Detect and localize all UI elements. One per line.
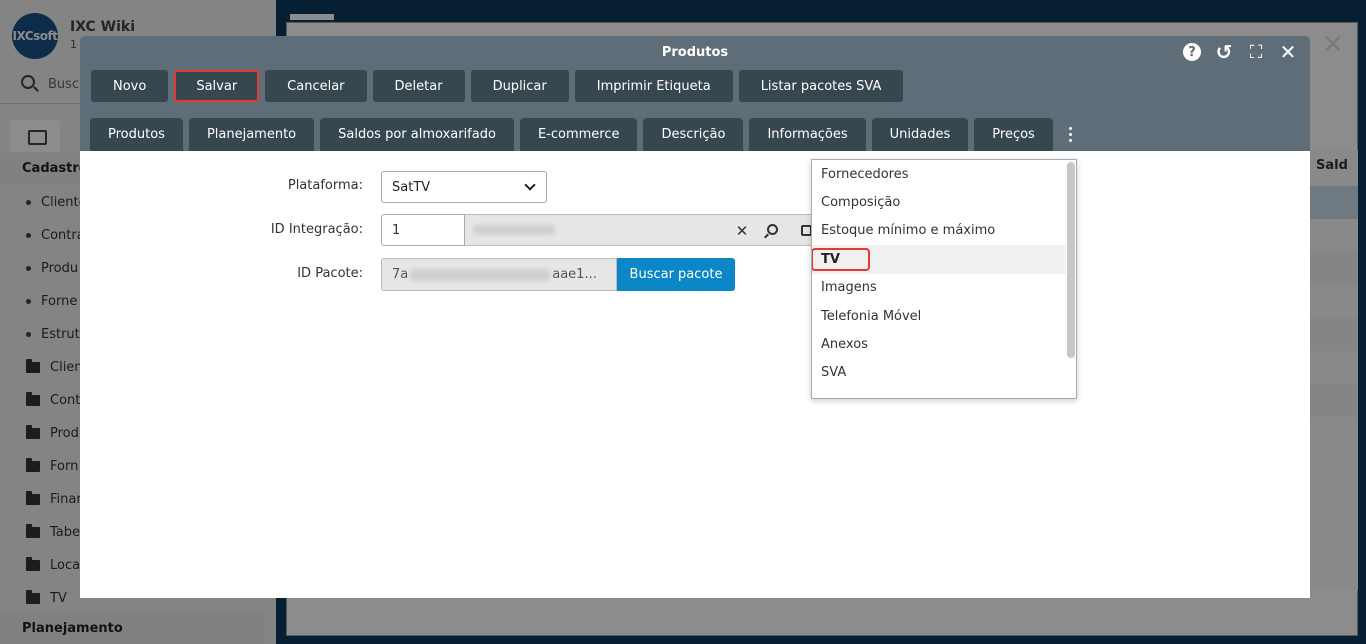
dropdown-item-label: Anexos [821, 337, 868, 353]
dropdown-item-label: Composição [821, 195, 901, 211]
id-integracao-description: ✕ [465, 214, 815, 246]
plataforma-select[interactable]: SatTV [381, 171, 547, 203]
tab-planejamento[interactable]: Planejamento [188, 118, 315, 151]
dropdown-item[interactable]: Estoque mínimo e máximo [812, 217, 1066, 245]
deletar-button[interactable]: Deletar [372, 70, 465, 102]
dropdown-item-label: Fornecedores [821, 166, 909, 182]
duplicar-button[interactable]: Duplicar [470, 70, 569, 102]
dropdown-item-label: Imagens [821, 280, 877, 296]
search-icon[interactable] [765, 222, 783, 240]
dropdown-item-label: Telefonia Móvel [821, 308, 922, 324]
dropdown-item-label: TV [812, 247, 870, 271]
tab-preços[interactable]: Preços [974, 118, 1053, 151]
dropdown-scrollbar[interactable] [1067, 162, 1075, 358]
dropdown-item[interactable]: Fornecedores [812, 160, 1066, 188]
chevron-down-icon [524, 179, 536, 191]
salvar-button[interactable]: Salvar [174, 70, 260, 102]
modal-header: Produtos ? ↺ ⛶ ✕ Novo Salvar Cancelar Delet… [80, 36, 1310, 151]
close-icon[interactable]: ✕ [1278, 40, 1298, 64]
blurred-text [473, 225, 555, 235]
plataforma-value: SatTV [392, 179, 431, 195]
dropdown-item[interactable]: Imagens [812, 274, 1066, 302]
id-integracao-label: ID Integração: [270, 222, 363, 237]
modal-title: Produtos [661, 45, 729, 60]
modal-header-icons: ? ↺ ⛶ ✕ [1182, 40, 1298, 64]
dropdown-item-label: SVA [821, 365, 847, 381]
plataforma-label: Plataforma: [287, 178, 363, 193]
fullscreen-icon[interactable]: ⛶ [1246, 42, 1266, 63]
more-tabs-dropdown: Fornecedores Composição Estoque mínimo e m… [811, 159, 1077, 399]
dropdown-item[interactable]: Composição [812, 188, 1066, 216]
novo-button[interactable]: Novo [91, 70, 169, 102]
id-pacote-input[interactable]: 7a aae1... [381, 258, 617, 291]
tab-descrição[interactable]: Descrição [643, 118, 744, 151]
more-vertical-icon[interactable] [1059, 118, 1083, 151]
modal-tabs: Produtos Planejamento Saldos por almoxarif… [90, 118, 1083, 151]
clear-icon[interactable]: ✕ [733, 222, 751, 240]
id-pacote-label: ID Pacote: [297, 266, 363, 281]
dropdown-item[interactable]: Anexos [812, 330, 1066, 358]
id-integracao-input[interactable]: 1 [381, 214, 465, 246]
tab-e-commerce[interactable]: E-commerce [519, 118, 638, 151]
buscar-pacote-button[interactable]: Buscar pacote [617, 258, 735, 291]
blurred-text [410, 268, 551, 281]
listar-pacotes-sva-button[interactable]: Listar pacotes SVA [738, 70, 904, 102]
id-pacote-prefix: 7a [392, 267, 409, 282]
dropdown-item-label: Estoque mínimo e máximo [821, 223, 996, 239]
dropdown-item[interactable]: Telefonia Móvel [812, 302, 1066, 330]
id-integracao-value: 1 [392, 222, 401, 238]
tab-produtos[interactable]: Produtos [90, 118, 183, 151]
modal-toolbar: Novo Salvar Cancelar Deletar Duplicar Imprimi… [91, 70, 904, 102]
cancelar-button[interactable]: Cancelar [265, 70, 367, 102]
tab-saldos-por-almoxarifado[interactable]: Saldos por almoxarifado [320, 118, 514, 151]
dropdown-item[interactable]: SVA [812, 359, 1066, 387]
dropdown-item[interactable]: TV [812, 245, 1066, 274]
history-icon[interactable]: ↺ [1214, 40, 1234, 64]
help-icon[interactable]: ? [1182, 42, 1202, 62]
produtos-modal: Produtos ? ↺ ⛶ ✕ Novo Salvar Cancelar Delet… [80, 36, 1310, 598]
tab-unidades[interactable]: Unidades [871, 118, 969, 151]
imprimir-etiqueta-button[interactable]: Imprimir Etiqueta [574, 70, 733, 102]
tab-informações[interactable]: Informações [749, 118, 866, 151]
id-pacote-suffix: aae1... [552, 267, 597, 282]
